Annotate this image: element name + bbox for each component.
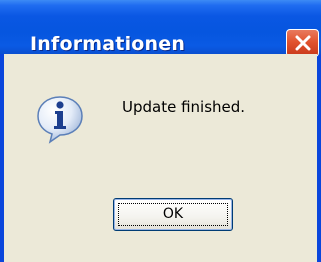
close-icon [295,35,311,51]
dialog-body: Update finished. OK [4,54,317,262]
title-bar[interactable]: Informationen [0,0,321,57]
close-button[interactable] [286,29,319,57]
dialog-message: Update finished. [122,98,246,116]
info-icon [37,96,83,144]
dialog-window: Informationen Update finished. OK [0,0,321,262]
ok-button-label: OK [162,206,184,222]
ok-button[interactable]: OK [113,198,233,231]
window-title: Informationen [30,33,186,55]
